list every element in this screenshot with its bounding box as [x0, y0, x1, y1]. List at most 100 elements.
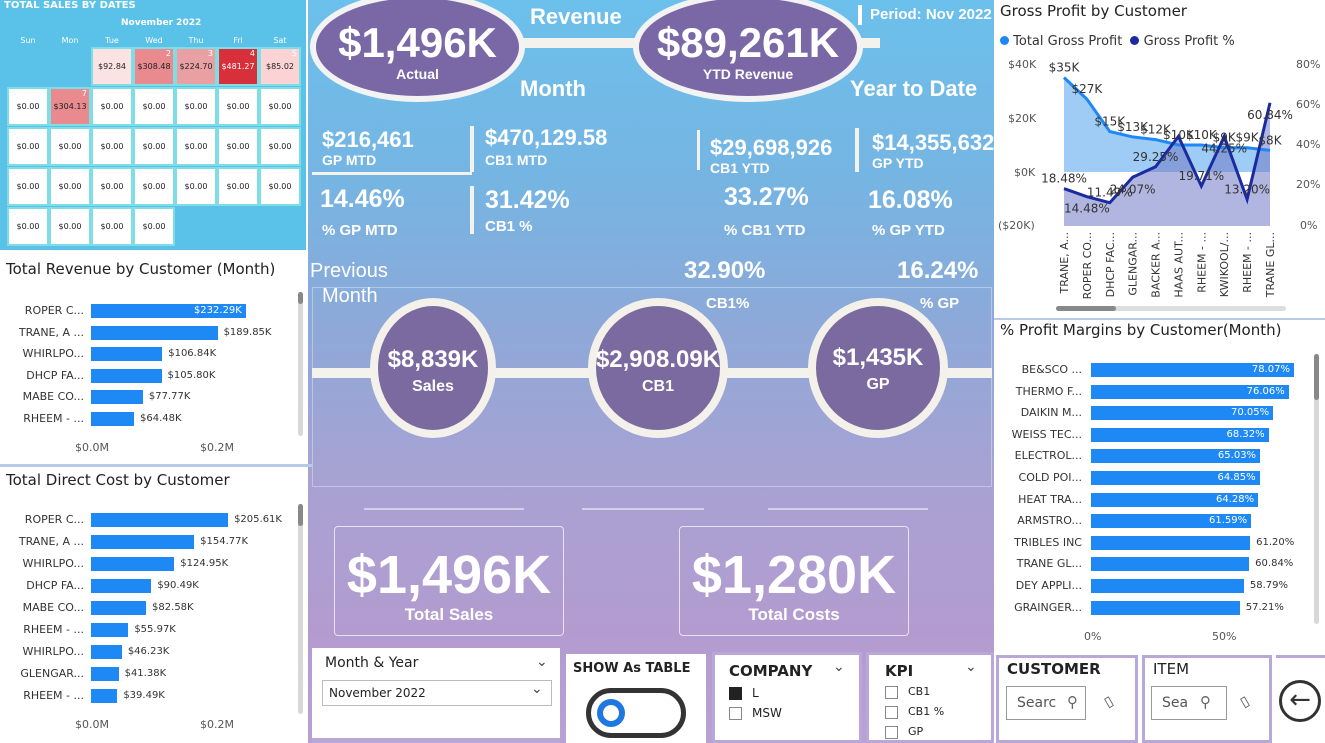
calendar-day-cell[interactable]: $0.00: [91, 207, 133, 246]
calendar-day-value: $0.00: [16, 222, 40, 231]
eraser-icon[interactable]: ▯: [1102, 693, 1117, 711]
kpi-label: KPI: [885, 662, 914, 680]
bar[interactable]: [91, 557, 175, 571]
calendar-day-cell[interactable]: $0.00: [175, 87, 217, 126]
gross-profit-panel: Gross Profit by Customer Total Gross Pro…: [994, 0, 1325, 318]
cb1-mtd-value: $470,129.58: [485, 125, 608, 150]
bar[interactable]: [91, 411, 134, 426]
calendar-day-value: $0.00: [142, 222, 166, 231]
item-search-input[interactable]: Sea ⚲: [1151, 686, 1227, 720]
gp-hscroll-thumb[interactable]: [1056, 306, 1116, 311]
kpi-collapse-icon[interactable]: ⌄: [965, 659, 977, 675]
bar[interactable]: [1091, 579, 1244, 593]
calendar-day-cell[interactable]: $92.84: [91, 47, 133, 86]
calendar-day-cell[interactable]: $0.00: [217, 127, 259, 166]
margin-scrollbar[interactable]: [1314, 354, 1319, 624]
bar[interactable]: [1091, 535, 1251, 550]
checkbox-icon: [729, 707, 742, 720]
calendar-day-cell[interactable]: $308.48 2: [133, 47, 175, 86]
revenue-scrollbar[interactable]: [298, 292, 303, 436]
company-option-l[interactable]: L: [729, 686, 759, 700]
calendar-day-value: $0.00: [142, 142, 166, 151]
bar[interactable]: [91, 535, 195, 549]
calendar-day-cell[interactable]: $0.00: [133, 87, 175, 126]
category-label: ARMSTRO...: [1017, 514, 1082, 528]
category-label: TRANE, A ...: [18, 535, 84, 548]
category-label: RHEEM - ...: [23, 689, 84, 702]
calendar-day-value: $0.00: [184, 102, 208, 111]
month-year-dropdown[interactable]: November 2022 ⌄: [322, 680, 552, 706]
calendar-day-cell[interactable]: $0.00: [133, 167, 175, 206]
kpi-option-cb1-pct[interactable]: CB1 %: [885, 705, 944, 719]
calendar-day-cell[interactable]: $0.00: [217, 167, 259, 206]
calendar-day-value: $0.00: [100, 222, 124, 231]
calendar-day-cell[interactable]: $0.00: [49, 127, 91, 166]
margin-scroll-thumb[interactable]: [1314, 354, 1319, 400]
calendar-day-cell[interactable]: $0.00: [133, 207, 175, 246]
calendar-day-cell[interactable]: $0.00: [7, 167, 49, 206]
item-label: ITEM: [1153, 660, 1190, 678]
calendar-day-cell[interactable]: $0.00: [91, 127, 133, 166]
prev-cb1-pct-value: 32.90%: [684, 257, 766, 284]
calendar-day-cell[interactable]: $0.00: [175, 127, 217, 166]
bar[interactable]: [1091, 557, 1250, 572]
calendar-day-cell[interactable]: $0.00: [49, 207, 91, 246]
calendar-day-value: $304.13: [53, 102, 87, 111]
customer-search-input[interactable]: Searc ⚲: [1006, 686, 1086, 720]
totals-divider-2: [582, 508, 704, 510]
bar[interactable]: [91, 325, 218, 340]
calendar-day-cell[interactable]: $0.00: [7, 127, 49, 166]
gp-hscroll[interactable]: [1056, 306, 1286, 311]
calendar-day-cell[interactable]: $0.00: [7, 87, 49, 126]
calendar-day-cell[interactable]: $0.00: [49, 167, 91, 206]
bar[interactable]: [91, 689, 118, 703]
data-label: 70.05%: [1230, 407, 1270, 419]
calendar-day-cell[interactable]: $0.00: [133, 127, 175, 166]
month-year-collapse-icon[interactable]: ⌄: [536, 654, 548, 670]
calendar-day-cell[interactable]: $85.02 5: [259, 47, 301, 86]
calendar-day-cell[interactable]: $0.00: [259, 87, 301, 126]
calendar-day-cell[interactable]: $481.27 4: [217, 47, 259, 86]
period-label: Period: Nov 2022: [870, 6, 992, 23]
bar[interactable]: [91, 390, 143, 404]
bar[interactable]: [91, 623, 129, 637]
calendar-day-cell[interactable]: $0.00: [217, 87, 259, 126]
company-collapse-icon[interactable]: ⌄: [833, 659, 845, 675]
revenue-scroll-thumb[interactable]: [298, 292, 303, 304]
kpi-option-cb1[interactable]: CB1: [885, 685, 930, 699]
ytd-revenue-label: YTD Revenue: [702, 66, 794, 82]
bar[interactable]: [91, 667, 119, 681]
calendar-day-cell[interactable]: $0.00: [7, 207, 49, 246]
bar[interactable]: [91, 645, 122, 659]
calendar-day-value: $92.84: [98, 62, 126, 71]
cost-scrollbar[interactable]: [298, 504, 303, 714]
calendar-day-cell[interactable]: $0.00: [259, 167, 301, 206]
bar[interactable]: [91, 601, 147, 615]
calendar-day-cell[interactable]: $304.13 7: [49, 87, 91, 126]
show-table-toggle[interactable]: [586, 688, 686, 738]
data-label: 60.84%: [1255, 558, 1294, 570]
bar[interactable]: [91, 368, 162, 383]
calendar-day-cell[interactable]: $0.00: [91, 167, 133, 206]
data-label: $154.77K: [200, 536, 249, 547]
calendar-day-cell[interactable]: $0.00: [175, 167, 217, 206]
cb1-ytd-label: CB1 YTD: [710, 160, 770, 176]
calendar-day-cell[interactable]: $0.00: [91, 87, 133, 126]
eraser-icon[interactable]: ▯: [1238, 693, 1253, 711]
ytd-revenue-value: $89,261K: [656, 19, 840, 66]
back-arrow-button[interactable]: ←: [1279, 680, 1321, 722]
bar[interactable]: [91, 347, 163, 361]
gp-pct-data-label: 14.48%: [1064, 202, 1110, 216]
cost-scroll-thumb[interactable]: [298, 504, 303, 526]
bar[interactable]: [91, 579, 152, 593]
bar[interactable]: [91, 513, 229, 527]
kpi-option-gp[interactable]: GP: [885, 725, 923, 739]
bar[interactable]: [1091, 600, 1240, 615]
margin-axis-50: 50%: [1212, 630, 1237, 643]
company-option-msw[interactable]: MSW: [729, 706, 782, 720]
data-label: 58.79%: [1249, 580, 1288, 591]
calendar-day-cell[interactable]: $0.00: [259, 127, 301, 166]
margin-axis-0: 0%: [1084, 630, 1102, 643]
calendar-day-cell[interactable]: $224.70 3: [175, 47, 217, 86]
gp-category-label: KWIKOOL/...: [1218, 232, 1231, 297]
